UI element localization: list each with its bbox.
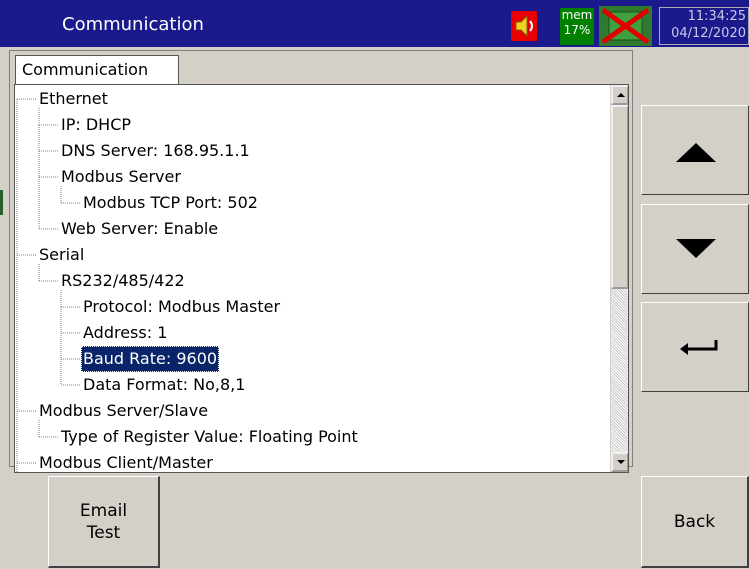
tree-item[interactable]: Web Server: Enable [59,216,220,242]
email-test-button[interactable]: Email Test [48,476,160,568]
clock-time: 11:34:25 [687,9,746,24]
window-title: Communication [62,14,204,35]
email-test-line1: Email [79,500,128,521]
tree-item[interactable]: Modbus Server/Slave [37,398,210,424]
tree-item[interactable]: DNS Server: 168.95.1.1 [59,138,252,164]
tree-item[interactable]: Serial [37,242,86,268]
scroll-up-button[interactable] [611,85,628,105]
enter-icon [680,340,718,355]
tree-item[interactable]: Protocol: Modbus Master [81,294,282,320]
email-test-label: Email Test [80,500,127,544]
back-button[interactable]: Back [641,476,749,568]
tree-item[interactable]: Data Format: No,8,1 [81,372,247,398]
settings-tree: Ethernet IP: DHCP DNS Server: 168.95.1.1 Mo… [15,85,611,472]
tree-item-selected[interactable]: Baud Rate: 9600 [81,346,220,372]
tree-item[interactable]: Ethernet [37,86,110,112]
usb-disabled-icon [599,6,652,46]
tree-item[interactable]: IP: DHCP [59,112,133,138]
tree-item[interactable]: RS232/485/422 [59,268,187,294]
left-edge-marker [0,190,3,215]
move-down-button[interactable] [641,204,749,294]
arrow-up-icon [676,143,716,162]
move-up-button[interactable] [641,105,749,195]
scroll-down-icon [617,460,625,464]
tree-item[interactable]: Modbus TCP Port: 502 [81,190,260,216]
tab-communication[interactable]: Communication [15,55,179,85]
clock-date: 04/12/2020 [671,26,746,41]
tree-item[interactable]: Modbus Server [59,164,183,190]
scroll-up-icon [617,93,625,97]
enter-button[interactable] [641,302,749,392]
scroll-thumb[interactable] [611,105,628,289]
tree-item[interactable]: Address: 1 [81,320,169,346]
vertical-scrollbar[interactable] [610,85,628,472]
email-test-line2: Test [86,522,121,543]
tree-item[interactable]: Modbus Client/Master [37,450,215,472]
memory-value: 17% [563,23,591,37]
tree-item[interactable]: Type of Register Value: Floating Point [59,424,360,450]
arrow-down-icon [676,239,716,258]
tree-listbox[interactable]: Ethernet IP: DHCP DNS Server: 168.95.1.1 Mo… [14,84,629,473]
title-bar: Communication mem 17% 11:34:25 04/12/202… [0,0,749,47]
memory-indicator: mem 17% [560,8,594,45]
clock: 11:34:25 04/12/2020 [659,7,749,45]
speaker-icon[interactable] [511,11,537,41]
scroll-down-button[interactable] [611,452,628,472]
memory-label: mem [561,8,593,22]
